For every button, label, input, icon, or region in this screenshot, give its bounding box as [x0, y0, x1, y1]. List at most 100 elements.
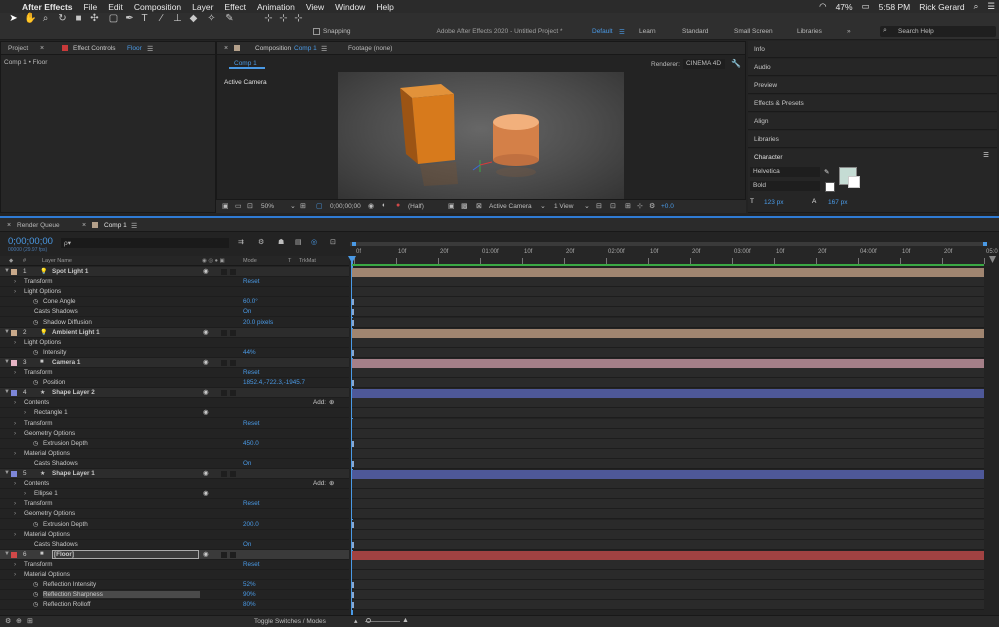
- draft-3d-toggle-icon[interactable]: ⚙: [258, 238, 264, 246]
- content-visibility-icon[interactable]: ◉: [203, 409, 209, 416]
- add-label[interactable]: Add:: [313, 399, 326, 406]
- content-item-row[interactable]: › Ellipse 1 ◉: [0, 489, 349, 500]
- property-row[interactable]: ◷ Reflection Intensity 52%: [0, 580, 349, 591]
- lock-switch[interactable]: [230, 359, 236, 366]
- solo-switch[interactable]: [221, 359, 227, 366]
- camera-tool-icon[interactable]: ■: [73, 13, 84, 24]
- layer-label-swatch[interactable]: [11, 269, 17, 275]
- layer-row[interactable]: ▼ 1 💡 Spot Light 1 ◉: [0, 267, 349, 277]
- eraser-tool-icon[interactable]: ◆: [188, 13, 199, 24]
- comp-tab-close-icon[interactable]: ×: [224, 45, 228, 52]
- property-group-row[interactable]: › Transform Reset: [0, 499, 349, 510]
- property-value[interactable]: On: [243, 541, 251, 548]
- menu-list-icon[interactable]: ☰: [987, 1, 995, 12]
- leading-value[interactable]: 167 px: [828, 199, 848, 206]
- workspace-default[interactable]: Default: [592, 28, 613, 35]
- property-value[interactable]: 52%: [243, 581, 256, 588]
- property-row[interactable]: ◷ Extrusion Depth 450.0: [0, 438, 349, 449]
- layer-row[interactable]: ▼ 2 💡 Ambient Light 1 ◉: [0, 327, 349, 338]
- menu-file[interactable]: File: [84, 2, 98, 12]
- renderer-select[interactable]: CINEMA 4D: [683, 59, 725, 69]
- panel-align[interactable]: Align: [748, 113, 997, 130]
- zoom-out-icon[interactable]: ▴: [354, 617, 358, 625]
- stopwatch-icon[interactable]: ◷: [33, 319, 38, 326]
- solo-switch[interactable]: [221, 329, 227, 336]
- layer-name[interactable]: Spot Light 1: [52, 268, 88, 275]
- shy-layers-icon[interactable]: ☗: [278, 238, 284, 246]
- expand-arrow-icon[interactable]: ▼: [4, 551, 10, 557]
- workspace-overflow[interactable]: »: [847, 28, 851, 35]
- monitor-icon[interactable]: ▭: [235, 202, 242, 210]
- expand-arrow-icon[interactable]: ›: [14, 288, 16, 295]
- zoom-tool-icon[interactable]: ⌕: [40, 13, 51, 24]
- eyedropper-icon[interactable]: ✎: [824, 168, 829, 176]
- video-visibility-icon[interactable]: ◉: [203, 470, 209, 477]
- col-mode[interactable]: Mode: [243, 258, 257, 264]
- property-value[interactable]: On: [243, 460, 251, 467]
- reset-exposure-icon[interactable]: ⚙: [649, 202, 655, 210]
- selection-tool-icon[interactable]: ➤: [8, 13, 19, 24]
- expand-arrow-icon[interactable]: ▼: [4, 268, 10, 274]
- expand-arrow-icon[interactable]: ▼: [4, 470, 10, 476]
- views-dropdown-icon[interactable]: ⌄: [584, 202, 590, 210]
- layer-name[interactable]: Shape Layer 2: [52, 389, 95, 396]
- tab-effect-controls-layer[interactable]: Floor: [127, 45, 142, 52]
- property-value[interactable]: Reset: [243, 561, 259, 568]
- expand-arrow-icon[interactable]: ▼: [4, 329, 10, 335]
- layer-row[interactable]: ▼ 4 ★ Shape Layer 2 ◉: [0, 388, 349, 399]
- property-group-row[interactable]: › Geometry Options: [0, 428, 349, 439]
- property-group-row[interactable]: › Transform Reset: [0, 368, 349, 378]
- work-area-bar[interactable]: [350, 242, 987, 246]
- solo-switch[interactable]: [221, 390, 227, 397]
- lock-switch[interactable]: [230, 551, 236, 558]
- expand-arrow-icon[interactable]: ›: [14, 531, 16, 538]
- expand-arrow-icon[interactable]: ›: [14, 420, 16, 427]
- property-row[interactable]: ◷ Position 1852.4,-722.3,-1945.7: [0, 378, 349, 389]
- layer-label-swatch[interactable]: [11, 329, 17, 336]
- timeline-property-track[interactable]: [352, 277, 984, 288]
- draft-3d-icon[interactable]: ⊠: [476, 202, 482, 210]
- solo-switch[interactable]: [221, 269, 227, 275]
- pen-tool-icon[interactable]: ✒: [124, 13, 135, 24]
- fit-icon[interactable]: ⊞: [300, 202, 306, 210]
- menu-view[interactable]: View: [306, 2, 324, 12]
- timeline-property-track[interactable]: [352, 519, 984, 530]
- timeline-property-track[interactable]: [352, 408, 984, 419]
- panel-libraries[interactable]: Libraries: [748, 131, 997, 148]
- expand-arrow-icon[interactable]: ›: [14, 571, 16, 578]
- property-value[interactable]: 20.0 pixels: [243, 319, 273, 326]
- timeline-property-track[interactable]: [352, 499, 984, 510]
- property-value[interactable]: On: [243, 308, 251, 315]
- transparency-grid-icon[interactable]: ▩: [461, 202, 468, 210]
- hand-tool-icon[interactable]: ✋: [24, 13, 36, 24]
- zoom-dropdown-icon[interactable]: ⌄: [290, 202, 296, 210]
- property-row[interactable]: ◷ Reflection Sharpness 90%: [0, 590, 349, 601]
- stopwatch-icon[interactable]: ◷: [33, 581, 38, 588]
- expand-arrow-icon[interactable]: ›: [14, 339, 16, 346]
- timeline-property-track[interactable]: [352, 590, 984, 601]
- col-layer-name[interactable]: Layer Name: [42, 258, 72, 264]
- font-size-value[interactable]: 123 px: [764, 199, 784, 206]
- expand-arrow-icon[interactable]: ›: [14, 278, 16, 285]
- property-row[interactable]: ◷ Cone Angle 60.0°: [0, 297, 349, 308]
- user-name[interactable]: Rick Gerard: [919, 2, 964, 12]
- lock-switch[interactable]: [230, 329, 236, 336]
- layer-row[interactable]: ▼ 5 ★ Shape Layer 1 ◉: [0, 469, 349, 479]
- fast-preview-icon[interactable]: ⊡: [610, 202, 616, 210]
- time-ruler[interactable]: 0f 10f 20f 01:00f 10f 20f 02:00f 10f 20f 03:00f 10…: [350, 242, 998, 266]
- timeline-property-track[interactable]: [352, 317, 984, 328]
- timeline-property-track[interactable]: [352, 287, 984, 298]
- expand-arrow-icon[interactable]: ›: [14, 510, 16, 517]
- property-value[interactable]: 200.0: [243, 521, 259, 528]
- stopwatch-icon[interactable]: ◷: [33, 591, 38, 598]
- comp-flowchart-icon[interactable]: ⇉: [238, 238, 244, 246]
- menu-edit[interactable]: Edit: [108, 2, 123, 12]
- property-value[interactable]: 90%: [243, 591, 256, 598]
- layer-row[interactable]: ▼ 3 ■ Camera 1 ◉: [0, 357, 349, 368]
- motion-blur-icon[interactable]: ◎: [311, 238, 317, 246]
- property-keyframe-marker[interactable]: [352, 521, 354, 528]
- stopwatch-icon[interactable]: ◷: [33, 601, 38, 608]
- layer-name[interactable]: Shape Layer 1: [52, 470, 95, 477]
- expand-arrow-icon[interactable]: ›: [14, 561, 16, 568]
- layer-name[interactable]: Camera 1: [52, 359, 80, 366]
